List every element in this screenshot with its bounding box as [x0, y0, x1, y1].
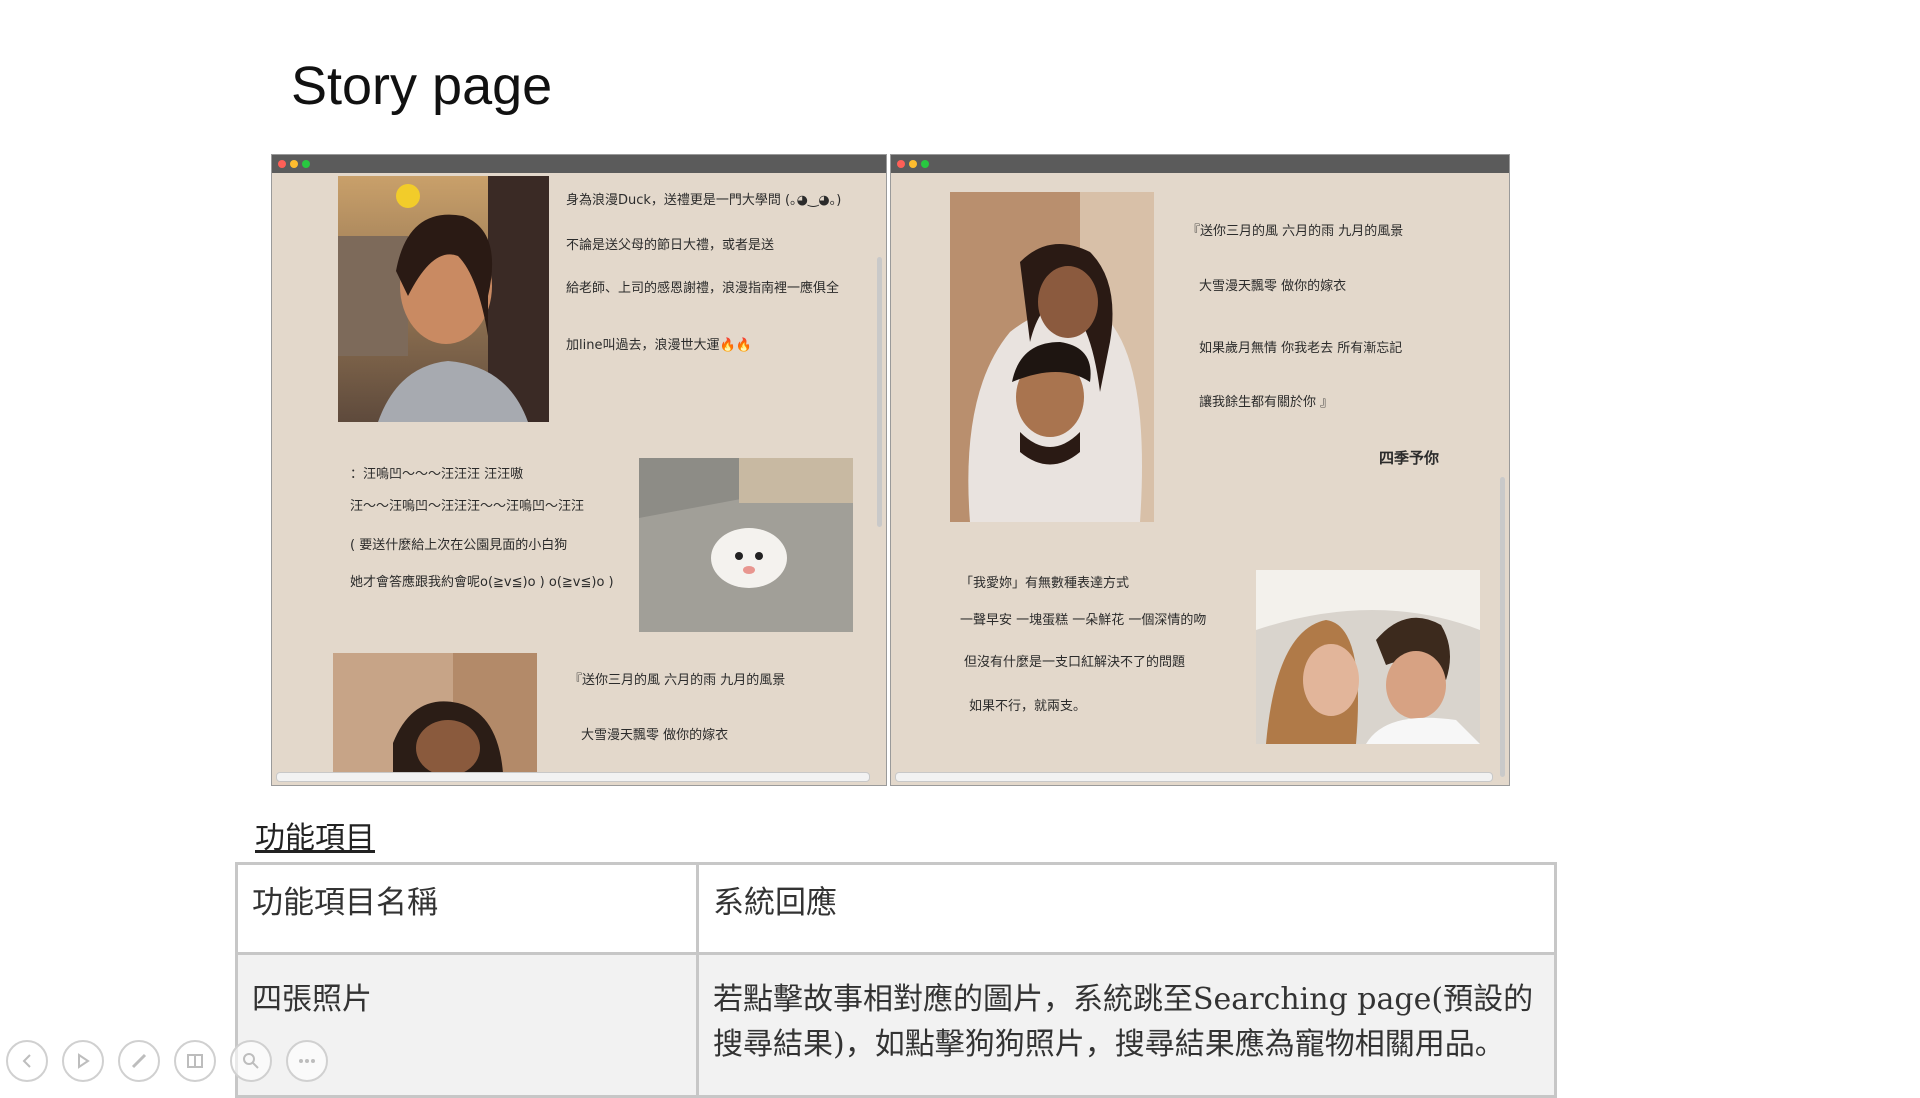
- presenter-toolbar: [6, 1040, 328, 1084]
- story-line: 大雪漫天飄零 做你的嫁衣: [581, 728, 729, 743]
- table-row: 四張照片 若點擊故事相對應的圖片，系統跳至Searching page(預設的搜…: [235, 952, 1557, 1098]
- couple-photo-partial[interactable]: [333, 653, 537, 773]
- table-header-cell: 系統回應: [696, 862, 1557, 955]
- story-signature: 四季予你: [1379, 449, 1440, 467]
- zoom-icon[interactable]: [230, 1040, 272, 1082]
- minimize-dot-icon[interactable]: [290, 160, 298, 168]
- couple-hugging-photo[interactable]: [950, 192, 1154, 522]
- maximize-dot-icon[interactable]: [302, 160, 310, 168]
- white-puppy-photo[interactable]: [639, 458, 853, 632]
- story-line: 如果不行，就兩支。: [969, 699, 1087, 714]
- window-titlebar: [891, 155, 1509, 173]
- story-window-right: 『送你三月的風 六月的雨 九月的風景 大雪漫天飄零 做你的嫁衣 如果歲月無情 你…: [890, 154, 1510, 786]
- maximize-dot-icon[interactable]: [921, 160, 929, 168]
- vertical-scrollbar[interactable]: [1499, 177, 1507, 777]
- horizontal-scrollbar[interactable]: [276, 772, 870, 782]
- prev-icon[interactable]: [6, 1040, 48, 1082]
- next-icon[interactable]: [62, 1040, 104, 1082]
- story-line: 給老師、上司的感恩謝禮，浪漫指南裡一應俱全: [566, 281, 840, 296]
- close-dot-icon[interactable]: [278, 160, 286, 168]
- story-line: 加line叫過去，浪漫世大運🔥🔥: [566, 338, 752, 353]
- more-icon[interactable]: [286, 1040, 328, 1082]
- slides-icon[interactable]: [174, 1040, 216, 1082]
- couple-bed-photo[interactable]: [1256, 570, 1480, 744]
- story-line: 不論是送父母的節日大禮，或者是送: [566, 238, 775, 253]
- story-line: 讓我餘生都有關於你 』: [1199, 395, 1334, 410]
- story-line: 一聲早安 一塊蛋糕 一朵鮮花 一個深情的吻: [960, 613, 1207, 628]
- pen-icon[interactable]: [118, 1040, 160, 1082]
- story-line: 汪～～汪嗚凹～汪汪汪～～汪嗚凹～汪汪: [350, 499, 585, 514]
- slide-title: Story page: [291, 56, 553, 116]
- story-line: 她才會答應跟我約會呢o(≧v≦)o ) o(≧v≦)o ): [350, 575, 614, 590]
- woman-smiling-photo[interactable]: [338, 176, 549, 422]
- section-label: 功能項目: [255, 821, 375, 856]
- minimize-dot-icon[interactable]: [909, 160, 917, 168]
- story-line: 身為浪漫Duck，送禮更是一門大學問 (｡◕‿◕｡): [566, 193, 842, 208]
- story-line: ：汪嗚凹～～～汪汪汪 汪汪嗷: [350, 467, 524, 482]
- horizontal-scrollbar[interactable]: [895, 772, 1493, 782]
- close-dot-icon[interactable]: [897, 160, 905, 168]
- table-header-row: 功能項目名稱 系統回應: [235, 862, 1557, 955]
- window-titlebar: [272, 155, 886, 173]
- story-line: 『送你三月的風 六月的雨 九月的風景: [1187, 224, 1404, 239]
- story-line: 「我愛妳」有無數種表達方式: [960, 576, 1130, 591]
- table-cell: 若點擊故事相對應的圖片，系統跳至Searching page(預設的搜尋結果)，…: [696, 952, 1557, 1098]
- function-table: 功能項目名稱 系統回應 四張照片 若點擊故事相對應的圖片，系統跳至Searchi…: [235, 862, 1557, 1098]
- vertical-scrollbar[interactable]: [876, 177, 884, 767]
- story-line: 大雪漫天飄零 做你的嫁衣: [1199, 279, 1347, 294]
- story-line: 『送你三月的風 六月的雨 九月的風景: [569, 673, 786, 688]
- story-line: 但沒有什麼是一支口紅解決不了的問題: [964, 655, 1186, 670]
- table-header-cell: 功能項目名稱: [235, 862, 699, 955]
- story-window-left: 身為浪漫Duck，送禮更是一門大學問 (｡◕‿◕｡) 不論是送父母的節日大禮，或…: [271, 154, 887, 786]
- story-line: 如果歲月無情 你我老去 所有漸忘記: [1199, 341, 1403, 356]
- story-line: ( 要送什麼給上次在公園見面的小白狗: [350, 538, 568, 553]
